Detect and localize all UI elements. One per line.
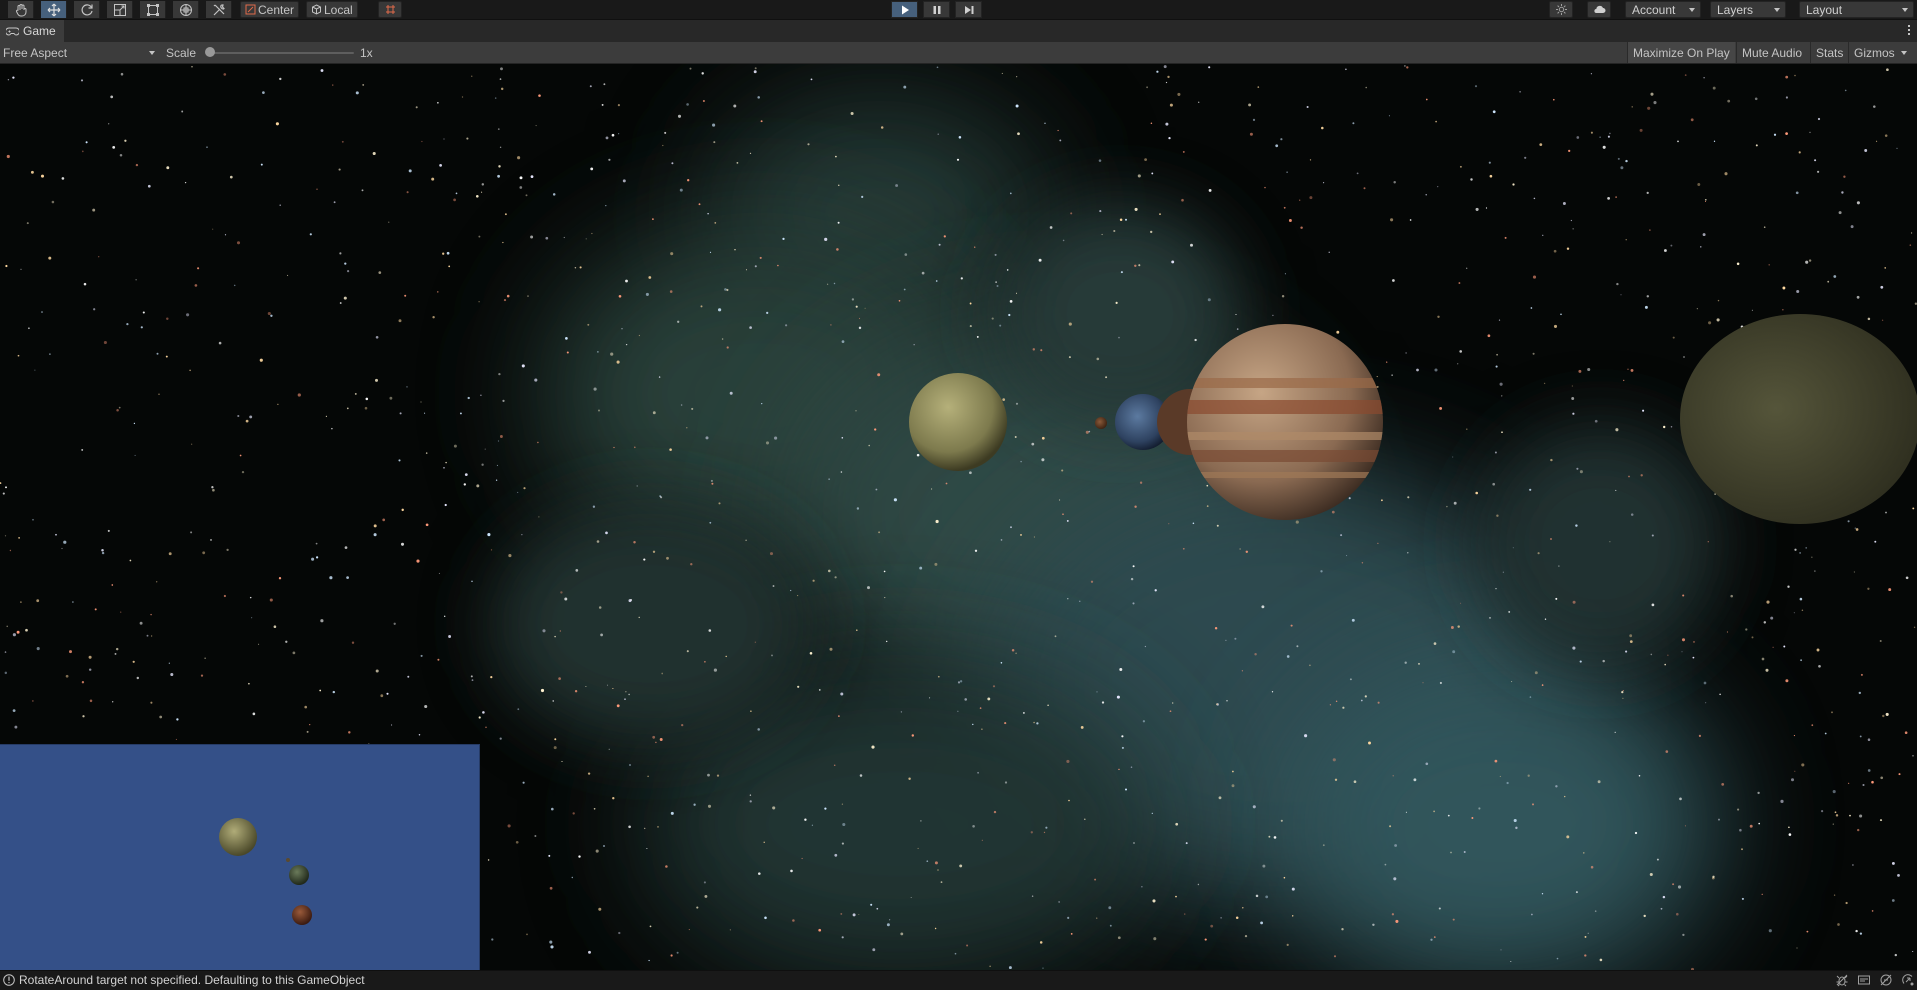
scale-slider-handle[interactable]: [205, 47, 215, 57]
minimap-camera-view: [0, 744, 480, 970]
account-dropdown[interactable]: Account: [1625, 1, 1701, 18]
cache-icon[interactable]: [1879, 973, 1893, 987]
gizmos-label: Gizmos: [1854, 45, 1895, 60]
lighting-icon: [1555, 4, 1567, 15]
chevron-down-icon: [1774, 8, 1780, 12]
status-right-icons: [1835, 973, 1915, 987]
custom-tools-icon: [213, 3, 225, 15]
scale-slider-track[interactable]: [210, 52, 354, 54]
pivot-center-icon: [245, 4, 256, 15]
mute-audio-label: Mute Audio: [1742, 45, 1803, 60]
pivot-rotation-button[interactable]: Local: [306, 1, 358, 18]
scale-icon: [113, 3, 126, 16]
kebab-menu-icon[interactable]: [1908, 25, 1911, 37]
lighting-button[interactable]: [1549, 1, 1573, 18]
pivot-mode-button[interactable]: Center: [240, 1, 300, 18]
chevron-down-icon: [1902, 8, 1908, 12]
game-viewport[interactable]: [0, 64, 1917, 970]
status-message[interactable]: RotateAround target not specified. Defau…: [19, 973, 365, 987]
move-tool-button[interactable]: [41, 1, 67, 18]
maximize-on-play-label: Maximize On Play: [1633, 45, 1730, 60]
large-planet: [1680, 314, 1917, 524]
custom-tools-button[interactable]: [206, 1, 232, 18]
minimap-scene: [219, 818, 312, 925]
nebula: [490, 94, 1720, 970]
step-icon: [964, 5, 973, 14]
rotate-tool-button[interactable]: [74, 1, 100, 18]
progress-icon[interactable]: [1857, 973, 1871, 987]
chevron-down-icon: [1900, 50, 1907, 55]
transform-tool-button[interactable]: [173, 1, 199, 18]
chevron-down-icon: [1689, 8, 1695, 12]
stats-toggle[interactable]: Stats: [1810, 42, 1848, 63]
info-icon: [3, 974, 15, 986]
local-cube-icon: [312, 4, 321, 15]
scale-value: 1x: [360, 45, 373, 60]
hand-icon: [15, 3, 26, 16]
aspect-label: Free Aspect: [3, 45, 68, 60]
rotate-icon: [81, 3, 93, 15]
auto-generate-icon[interactable]: [1901, 973, 1915, 987]
account-label: Account: [1632, 2, 1676, 17]
tab-game-label: Game: [23, 24, 56, 38]
grid-snap-icon: [385, 5, 395, 14]
chevron-down-icon: [149, 51, 155, 55]
play-button[interactable]: [891, 1, 918, 18]
scale-label: Scale: [166, 45, 197, 60]
saturn-planet: [909, 373, 1007, 471]
layout-dropdown[interactable]: Layout: [1799, 1, 1914, 18]
layers-dropdown[interactable]: Layers: [1710, 1, 1786, 18]
rect-tool-icon: [146, 3, 159, 16]
layers-label: Layers: [1717, 2, 1754, 17]
layout-label: Layout: [1806, 2, 1843, 17]
small-moon: [1095, 417, 1107, 429]
cloud-button[interactable]: [1587, 1, 1611, 18]
step-button[interactable]: [955, 1, 982, 18]
rect-tool-button[interactable]: [140, 1, 166, 18]
pause-button[interactable]: [923, 1, 950, 18]
gamepad-icon: [6, 27, 19, 36]
grid-snap-button[interactable]: [378, 1, 402, 18]
pivot-rotation-label: Local: [324, 2, 353, 17]
tab-game[interactable]: Game: [0, 20, 64, 42]
aspect-dropdown[interactable]: Free Aspect: [3, 42, 155, 63]
hand-tool-button[interactable]: [8, 1, 34, 18]
gizmos-dropdown[interactable]: Gizmos: [1848, 42, 1912, 63]
maximize-on-play-toggle[interactable]: Maximize On Play: [1627, 42, 1735, 63]
debug-icon[interactable]: [1835, 973, 1849, 987]
main-toolbar: Center Local Account Layers Layout: [0, 0, 1917, 20]
cloud-icon: [1593, 5, 1605, 14]
mute-audio-toggle[interactable]: Mute Audio: [1736, 42, 1807, 63]
stats-label: Stats: [1816, 45, 1844, 60]
status-bar: RotateAround target not specified. Defau…: [0, 970, 1917, 990]
move-icon: [47, 3, 60, 16]
play-icon: [901, 5, 909, 14]
transform-icon: [179, 3, 192, 16]
pause-icon: [933, 5, 940, 14]
pivot-mode-label: Center: [258, 2, 295, 17]
game-view-toolbar: Free Aspect Scale 1x Maximize On Play Mu…: [0, 42, 1917, 64]
game-tab-bar: Game: [0, 20, 1917, 42]
scale-tool-button[interactable]: [107, 1, 133, 18]
